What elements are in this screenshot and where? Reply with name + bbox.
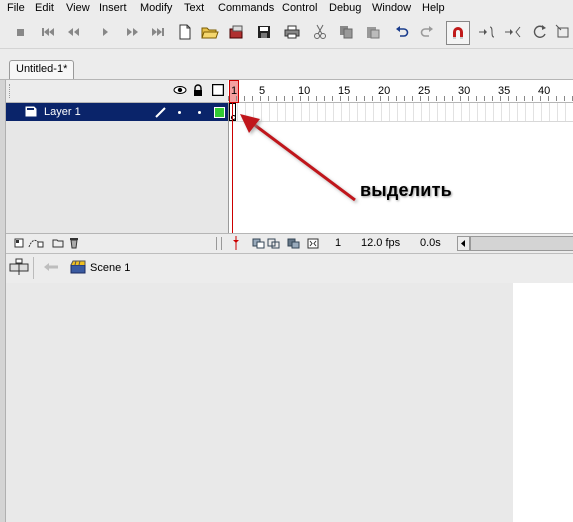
annotation-arrow <box>240 114 356 202</box>
current-frame-readout: 1 <box>335 237 342 249</box>
redo-icon[interactable] <box>417 21 437 43</box>
menu-edit[interactable]: Edit <box>35 2 54 14</box>
open-library-icon[interactable] <box>227 21 247 43</box>
menu-commands[interactable]: Commands <box>218 2 274 14</box>
scene-label[interactable]: Scene 1 <box>90 262 130 274</box>
rewind-start-icon[interactable] <box>38 21 58 43</box>
layer-name[interactable]: Layer 1 <box>44 106 81 118</box>
print-icon[interactable] <box>282 21 302 43</box>
annotation-label: выделить <box>360 180 452 200</box>
open-folder-icon[interactable] <box>200 21 220 43</box>
stop-icon[interactable] <box>10 21 30 43</box>
copy-icon[interactable] <box>336 21 356 43</box>
paste-icon[interactable] <box>363 21 383 43</box>
menu-window[interactable]: Window <box>372 2 411 14</box>
menu-help[interactable]: Help <box>422 2 445 14</box>
timeline-header: 1 5 10 15 20 25 30 35 40 <box>5 80 573 103</box>
frame-rate-readout[interactable]: 12.0 fps <box>361 237 400 249</box>
show-hide-all-icon[interactable] <box>173 85 187 98</box>
elapsed-time-readout: 0.0s <box>420 237 441 249</box>
menu-file[interactable]: File <box>7 2 25 14</box>
scroll-left-button[interactable] <box>457 236 470 251</box>
cut-icon[interactable] <box>310 21 330 43</box>
timeline-toggle-icon[interactable] <box>9 258 29 279</box>
layer-type-icon <box>25 106 37 120</box>
scale-icon[interactable] <box>553 21 573 43</box>
play-icon[interactable] <box>95 21 115 43</box>
grip-handle[interactable] <box>9 84 12 98</box>
forward-end-icon[interactable] <box>148 21 168 43</box>
document-tab-strip: Untitled-1* <box>0 49 573 80</box>
outline-all-icon[interactable] <box>211 83 225 99</box>
visibility-dot[interactable] <box>178 111 181 114</box>
menu-debug[interactable]: Debug <box>329 2 361 14</box>
menu-view[interactable]: View <box>66 2 90 14</box>
divider-grip[interactable] <box>216 237 222 250</box>
lock-dot[interactable] <box>198 111 201 114</box>
step-back-icon[interactable] <box>64 21 84 43</box>
step-forward-icon[interactable] <box>122 21 142 43</box>
scene-clapper-icon <box>70 260 86 277</box>
undo-icon[interactable] <box>392 21 412 43</box>
timeline-horizontal-scrollbar[interactable] <box>470 236 573 251</box>
edit-bar: Scene 1 <box>0 253 573 284</box>
menu-insert[interactable]: Insert <box>99 2 127 14</box>
ruler-ticks <box>228 96 573 101</box>
save-icon[interactable] <box>254 21 274 43</box>
menu-bar: File Edit View Insert Modify Text Comman… <box>0 0 573 17</box>
rotate-icon[interactable] <box>530 21 550 43</box>
main-toolbar <box>0 17 573 49</box>
edit-multiple-frames-icon[interactable] <box>287 238 301 252</box>
new-document-icon[interactable] <box>175 21 195 43</box>
layer-list <box>5 102 229 234</box>
timeline-status-bar: 1 12.0 fps 0.0s <box>5 233 573 253</box>
left-dock-edge <box>0 80 6 522</box>
stage-canvas[interactable] <box>513 283 573 522</box>
modify-onion-markers-icon[interactable] <box>307 238 319 252</box>
menu-text[interactable]: Text <box>184 2 204 14</box>
center-frame-icon[interactable] <box>232 236 240 253</box>
stage-pasteboard <box>5 283 573 522</box>
frame-ruler[interactable]: 1 5 10 15 20 25 30 35 40 <box>228 80 573 103</box>
onion-skin-outlines-icon[interactable] <box>267 238 281 252</box>
layer-row[interactable]: Layer 1 <box>5 103 228 121</box>
document-tab[interactable]: Untitled-1* <box>9 60 75 79</box>
lock-all-icon[interactable] <box>193 84 203 99</box>
delete-layer-icon[interactable] <box>69 237 79 252</box>
straighten-icon[interactable] <box>503 21 523 43</box>
snap-magnet-icon[interactable] <box>446 21 470 45</box>
menu-control[interactable]: Control <box>282 2 317 14</box>
add-motion-guide-icon[interactable] <box>28 238 44 251</box>
insert-folder-icon[interactable] <box>52 238 64 251</box>
editbar-divider <box>33 257 34 279</box>
pencil-icon <box>155 106 167 121</box>
smooth-icon[interactable] <box>477 21 497 43</box>
back-arrow-icon[interactable] <box>43 262 59 275</box>
menu-modify[interactable]: Modify <box>140 2 172 14</box>
onion-skin-icon[interactable] <box>252 238 266 252</box>
insert-layer-icon[interactable] <box>14 238 24 251</box>
outline-color-swatch[interactable] <box>214 107 225 118</box>
